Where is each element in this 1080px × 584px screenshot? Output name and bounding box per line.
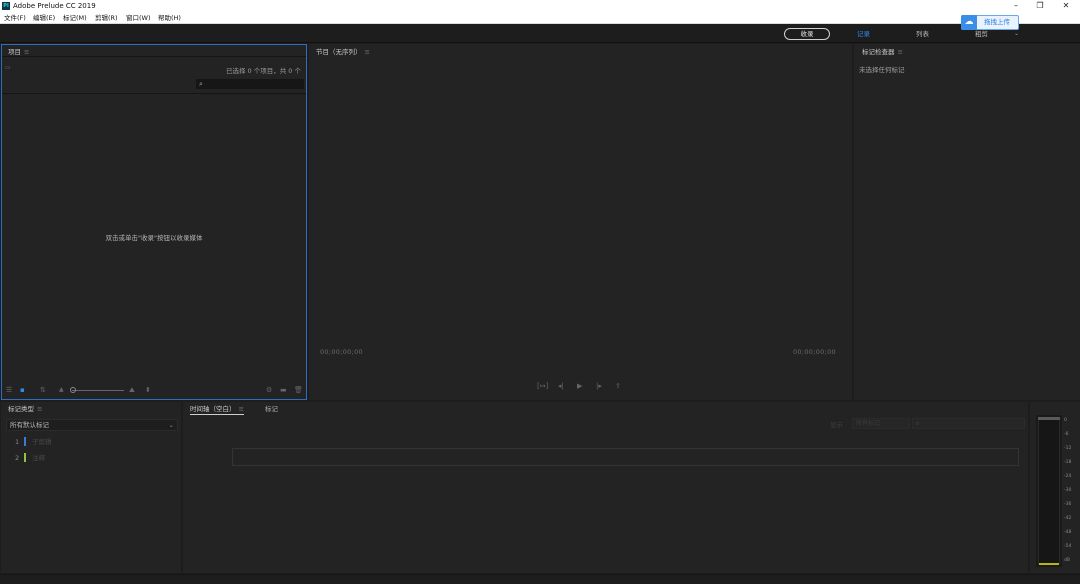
delete-icon[interactable]: 🗑 bbox=[294, 386, 303, 394]
program-panel: 节目（无序列） ≡ 00;00;00;00 00;00;00;00 [↦] ◂| … bbox=[309, 44, 852, 400]
marker-type-panel: 标记类型 ≡ 所有默认标记 ⌄ 1 子剪辑 2 注释 bbox=[1, 402, 181, 573]
meter-tick: dB bbox=[1064, 558, 1070, 563]
new-bin-icon[interactable]: ▬ bbox=[280, 386, 287, 394]
title-bar: Pl Adobe Prelude CC 2019 – ❐ ✕ bbox=[0, 0, 1080, 12]
status-bar bbox=[0, 574, 1080, 584]
audio-meter bbox=[1036, 415, 1062, 567]
meter-tick: -6 bbox=[1064, 432, 1069, 437]
tab-timeline[interactable]: 时间轴（空白） ≡ bbox=[190, 404, 244, 415]
zoom-slider-handle[interactable] bbox=[70, 387, 76, 393]
upload-badge[interactable]: ☁ 拖拽上传 bbox=[961, 15, 1019, 30]
menu-file[interactable]: 文件(F) bbox=[4, 12, 26, 24]
minimize-button[interactable]: – bbox=[1004, 0, 1028, 12]
timeline-search-input[interactable]: ⌕ bbox=[912, 418, 1025, 429]
panel-menu-icon[interactable]: ≡ bbox=[24, 48, 29, 56]
meter-tick: -12 bbox=[1064, 446, 1072, 451]
cloud-upload-icon: ☁ bbox=[961, 15, 977, 30]
marker-color-swatch bbox=[24, 453, 26, 462]
timecode-current[interactable]: 00;00;00;00 bbox=[320, 348, 363, 356]
marker-type-name: 注释 bbox=[32, 454, 45, 462]
program-panel-title-text: 节目（无序列） bbox=[316, 48, 362, 56]
marker-set-value: 所有默认标记 bbox=[10, 421, 49, 429]
marker-hotkey: 2 bbox=[15, 454, 20, 462]
menu-help[interactable]: 帮助(H) bbox=[158, 12, 181, 24]
marker-hotkey: 1 bbox=[15, 438, 20, 446]
inspector-empty-message: 未选择任何标记 bbox=[859, 66, 905, 74]
sort-icons-icon[interactable]: ⬍ bbox=[145, 386, 151, 394]
menu-window[interactable]: 窗口(W) bbox=[126, 12, 151, 24]
workspace-bar: 收录 记录 列表 粗剪 ⌄ bbox=[0, 24, 1080, 43]
step-back-icon[interactable]: ◂| bbox=[558, 382, 564, 390]
marker-filter-label: 显示 bbox=[830, 421, 843, 429]
meter-tick: -36 bbox=[1064, 502, 1072, 507]
upload-badge-label: 拖拽上传 bbox=[984, 18, 1010, 26]
play-icon[interactable]: ▶ bbox=[577, 382, 582, 390]
marker-type-title-text: 标记类型 bbox=[8, 405, 34, 413]
project-panel-title-text: 项目 bbox=[8, 48, 21, 56]
mark-in-out-icon[interactable]: [↦] bbox=[537, 382, 548, 390]
timeline-track[interactable] bbox=[232, 448, 1019, 466]
menu-bar: 文件(F) 编辑(E) 标记(M) 剪辑(R) 窗口(W) 帮助(H) bbox=[0, 12, 1080, 24]
project-panel: 项目 ≡ ▭ 已选择 0 个项目，共 0 个 ⌕ 双击或单击"收录"按钮以收录媒体… bbox=[1, 44, 307, 400]
marker-inspector-title-text: 标记检查器 bbox=[862, 48, 895, 56]
timecode-duration: 00;00;00;00 bbox=[793, 348, 836, 356]
panel-menu-icon[interactable]: ≡ bbox=[239, 405, 244, 413]
meter-tick: -30 bbox=[1064, 488, 1072, 493]
marker-type-title: 标记类型 ≡ bbox=[8, 404, 42, 414]
marker-inspector-panel: 标记检查器 ≡ 未选择任何标记 bbox=[854, 44, 1080, 400]
tab-markers[interactable]: 标记 bbox=[265, 404, 278, 414]
meter-tick: -48 bbox=[1064, 530, 1072, 535]
panel-menu-icon[interactable]: ≡ bbox=[37, 405, 42, 413]
menu-clip[interactable]: 剪辑(R) bbox=[95, 12, 118, 24]
panel-divider bbox=[2, 56, 306, 57]
menu-edit[interactable]: 编辑(E) bbox=[33, 12, 55, 24]
tab-timeline-label: 时间轴（空白） bbox=[190, 405, 236, 413]
sort-icon[interactable]: ⇅ bbox=[40, 386, 46, 394]
meter-tick: -24 bbox=[1064, 474, 1072, 479]
audio-meter-bar bbox=[1038, 418, 1060, 564]
audio-meter-peak bbox=[1038, 417, 1060, 420]
selection-summary: 已选择 0 个项目，共 0 个 bbox=[225, 67, 301, 75]
chevron-down-icon: ⌄ bbox=[168, 421, 174, 429]
search-icon: ⌕ bbox=[916, 420, 920, 427]
restore-button[interactable]: ❐ bbox=[1028, 0, 1052, 12]
marker-filter-dropdown[interactable]: 所有标记 bbox=[852, 418, 910, 429]
audio-meter-level bbox=[1039, 563, 1059, 565]
meter-tick: 0 bbox=[1064, 418, 1067, 423]
list-view-icon[interactable]: ☰ bbox=[6, 386, 12, 394]
panel-menu-icon[interactable]: ≡ bbox=[898, 48, 903, 56]
meter-tick: -42 bbox=[1064, 516, 1072, 521]
zoom-out-icon[interactable]: ▲ bbox=[59, 386, 64, 393]
workspace-tab-logging[interactable]: 记录 bbox=[857, 28, 870, 40]
list-header-divider bbox=[2, 93, 306, 94]
workspace-tab-list[interactable]: 列表 bbox=[916, 28, 929, 40]
marker-type-name: 子剪辑 bbox=[32, 438, 52, 446]
close-button[interactable]: ✕ bbox=[1054, 0, 1078, 12]
project-search-input[interactable]: ⌕ bbox=[196, 79, 304, 89]
search-icon: ⌕ bbox=[199, 80, 203, 88]
window-title: Adobe Prelude CC 2019 bbox=[13, 2, 96, 10]
project-empty-message: 双击或单击"收录"按钮以收录媒体 bbox=[105, 234, 203, 242]
marker-type-row[interactable]: 2 注释 bbox=[15, 453, 75, 463]
marker-set-dropdown[interactable]: 所有默认标记 ⌄ bbox=[6, 419, 178, 431]
step-forward-icon[interactable]: |▸ bbox=[596, 382, 602, 390]
prelude-app-icon: Pl bbox=[2, 2, 10, 10]
menu-marker[interactable]: 标记(M) bbox=[63, 12, 87, 24]
meter-tick: -54 bbox=[1064, 544, 1072, 549]
marker-inspector-title: 标记检查器 ≡ bbox=[862, 47, 903, 57]
workspace-overflow-icon[interactable]: ⌄ bbox=[1014, 30, 1019, 37]
meter-tick: -18 bbox=[1064, 460, 1072, 465]
automate-icon[interactable]: ⚙ bbox=[266, 386, 272, 394]
icon-view-icon[interactable]: ▪ bbox=[20, 386, 25, 394]
bin-icon[interactable]: ▭ bbox=[5, 64, 11, 71]
program-panel-title: 节目（无序列） ≡ bbox=[316, 47, 370, 57]
panel-menu-icon[interactable]: ≡ bbox=[365, 48, 370, 56]
zoom-slider[interactable] bbox=[72, 390, 124, 391]
marker-color-swatch bbox=[24, 437, 26, 446]
ingest-button[interactable]: 收录 bbox=[784, 28, 830, 40]
marker-type-row[interactable]: 1 子剪辑 bbox=[15, 437, 75, 447]
export-frame-icon[interactable]: ⇪ bbox=[615, 382, 621, 390]
zoom-in-icon[interactable]: ⛰ bbox=[129, 386, 135, 395]
